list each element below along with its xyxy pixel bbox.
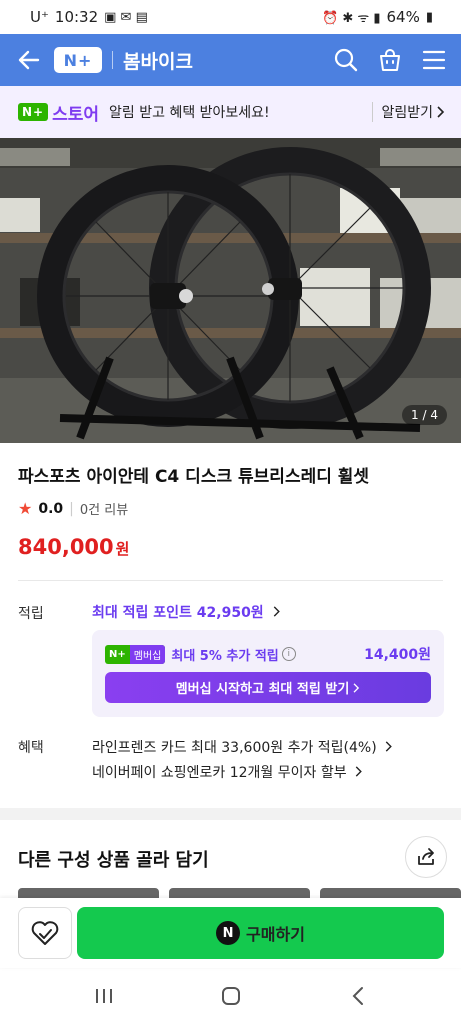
shopping-bag-icon[interactable] [377,47,403,73]
chevron-right-icon [353,682,360,693]
notification-icons: ▣ ✉ ▤ [104,9,148,25]
nplus-badge: N+ [18,103,49,121]
battery-level: 64% [386,8,420,26]
back-arrow-icon[interactable] [14,45,44,75]
rating-row[interactable]: ★ 0.0 | 0건 리뷰 [18,499,128,518]
carrier-label: U⁺ [30,8,49,26]
menu-icon[interactable] [421,47,447,73]
naver-plus-store-logo: N+ 스토어 [18,100,99,125]
price: 840,000 원 [18,535,129,559]
benefit-card-text: 라인프렌즈 카드 최대 33,600원 추가 적립(4%) [92,740,377,756]
star-icon: ★ [18,499,33,518]
max-points-link[interactable]: 최대 적립 포인트 42,950원 [92,602,281,622]
extra-points-text: 최대 5% 추가 적립 [171,648,279,664]
share-icon [418,848,434,865]
membership-box: N+ 멤버십 최대 5% 추가 적립 i 14,400원 멤버십 시작하고 최대… [92,630,444,717]
rating-score: 0.0 [38,500,64,517]
subscribe-label: 알림받기 [381,105,433,121]
chevron-right-icon [437,106,445,118]
clock: 10:32 [54,8,99,26]
naver-pay-icon: N [216,921,241,945]
start-membership-label: 멤버십 시작하고 최대 적립 받기 [175,682,350,697]
promo-message: 알림 받고 혜택 받아보세요! [109,105,270,121]
header-divider [112,51,113,69]
back-icon[interactable] [338,976,378,1016]
start-membership-button[interactable]: 멤버십 시작하고 최대 적립 받기 [105,672,431,703]
heart-check-icon [31,921,59,945]
wishlist-button[interactable] [18,907,72,959]
image-counter: 1 / 4 [402,405,447,425]
wheelset-photo [0,138,461,443]
options-section-title: 다른 구성 상품 골라 담기 [18,850,209,871]
membership-badge: N+ 멤버십 [105,644,166,664]
benefits-label: 혜택 [18,740,44,756]
buy-button[interactable]: N 구매하기 [77,907,444,959]
rating-separator: | [69,500,74,517]
system-nav-bar [0,968,461,1024]
info-icon[interactable]: i [281,647,296,661]
product-title: 파스포츠 아이안테 C4 디스크 튜브리스레디 휠셋 [18,467,370,487]
badge-nplus: N+ [109,648,126,660]
badge-membership: 멤버십 [129,644,166,664]
store-promo-banner[interactable]: N+ 스토어 알림 받고 혜택 받아보세요! 알림받기 [0,86,461,138]
extra-points-amount: 14,400원 [364,647,431,663]
naver-plus-logo[interactable]: N+ [54,47,102,73]
section-gap [0,808,461,820]
status-bar: U⁺ 10:32 ▣ ✉ ▤ ⏰ ✱ ᯤ ▮ 64% ▮ [0,0,461,34]
app-header: N+ 봄바이크 [0,34,461,86]
purchase-bar: N 구매하기 [0,898,461,968]
buy-label: 구매하기 [246,925,305,944]
points-label: 적립 [18,606,44,622]
share-button[interactable] [405,836,447,878]
price-value: 840,000 [18,535,114,559]
battery-icon: ▮ [425,9,433,25]
benefit-installment-text: 네이버페이 쇼핑엔로카 12개월 무이자 할부 [92,765,347,781]
home-icon[interactable] [211,976,251,1016]
recent-apps-icon[interactable] [84,976,124,1016]
chevron-right-icon [385,741,392,752]
store-label: 스토어 [52,104,100,125]
chevron-right-icon [355,766,362,777]
review-count: 0건 리뷰 [79,503,129,518]
search-icon[interactable] [333,47,359,73]
section-divider [18,580,443,581]
price-unit: 원 [115,540,130,558]
store-name[interactable]: 봄바이크 [123,47,193,74]
notification-subscribe-link[interactable]: 알림받기 [372,102,445,122]
product-image-carousel[interactable]: 1 / 4 [0,138,461,443]
system-icons: ⏰ ✱ ᯤ ▮ [322,11,381,26]
benefit-installment-link[interactable]: 네이버페이 쇼핑엔로카 12개월 무이자 할부 [92,762,363,782]
benefit-card-link[interactable]: 라인프렌즈 카드 최대 33,600원 추가 적립(4%) [92,737,393,757]
chevron-right-icon [273,606,280,617]
max-points-text: 최대 적립 포인트 42,950원 [92,605,264,621]
